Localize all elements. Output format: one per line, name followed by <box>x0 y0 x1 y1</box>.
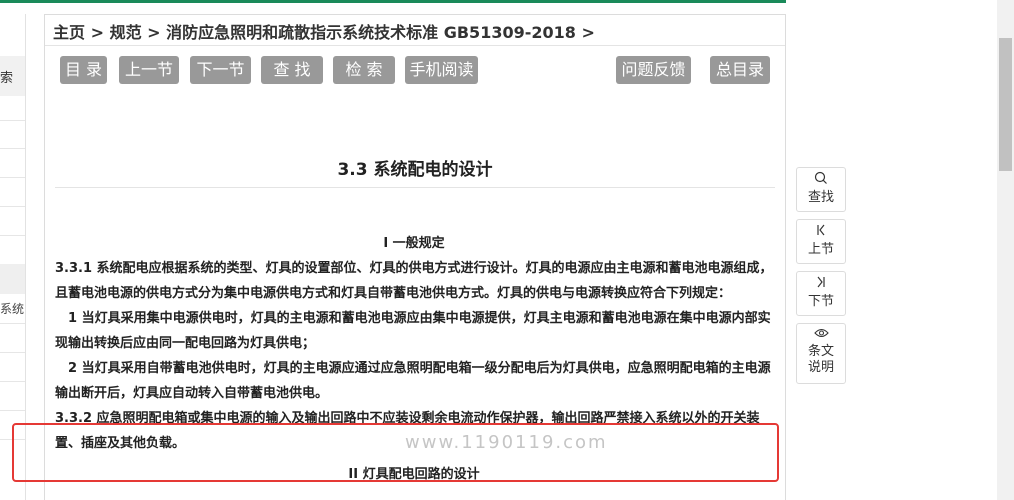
search-button[interactable]: 检 索 <box>333 56 395 84</box>
sidebar-divider <box>0 177 25 178</box>
find-button[interactable]: 查 找 <box>261 56 323 84</box>
highlight-box <box>12 423 779 482</box>
side-find-label: 查找 <box>807 190 834 205</box>
side-next-label: 下节 <box>807 294 834 309</box>
side-explain-button[interactable]: 条文 说明 <box>796 323 846 384</box>
top-accent-bar <box>0 0 786 3</box>
sidebar-divider <box>0 352 25 353</box>
sidebar-search-header[interactable]: 索 <box>0 56 25 96</box>
section-divider <box>55 187 775 188</box>
side-explain-label-2: 说明 <box>807 360 834 375</box>
breadcrumb-doc[interactable]: 消防应急照明和疏散指示系统技术标准 GB51309-2018 <box>166 23 576 42</box>
sidebar-item-system[interactable]: 系统 <box>0 300 24 317</box>
side-find-button[interactable]: 查找 <box>796 167 846 212</box>
side-next-button[interactable]: 下节 <box>796 271 846 316</box>
scrollbar-thumb[interactable] <box>999 38 1012 171</box>
breadcrumb-divider <box>45 45 785 46</box>
breadcrumb: 主页 > 规范 > 消防应急照明和疏散指示系统技术标准 GB51309-2018… <box>53 19 595 43</box>
prev-section-button[interactable]: 上一节 <box>119 56 179 84</box>
breadcrumb-separator: > <box>147 23 161 42</box>
side-prev-label: 上节 <box>807 242 834 257</box>
sidebar-divider <box>0 235 25 236</box>
clause-item-2: 2 当灯具采用自带蓄电池供电时，灯具的主电源应通过应急照明配电箱一级分配电后为灯… <box>55 361 771 401</box>
breadcrumb-separator: > <box>581 23 595 42</box>
eye-icon <box>797 327 845 344</box>
section-title: 3.3 系统配电的设计 <box>337 160 493 180</box>
sidebar-divider <box>0 148 25 149</box>
sidebar-divider <box>0 381 25 382</box>
breadcrumb-spec[interactable]: 规范 <box>110 23 142 42</box>
breadcrumb-separator: > <box>90 23 104 42</box>
skip-forward-icon <box>797 275 845 294</box>
side-prev-button[interactable]: 上节 <box>796 219 846 264</box>
sidebar-item-highlight[interactable] <box>0 264 25 294</box>
search-icon <box>797 171 845 190</box>
sidebar-divider <box>0 120 25 121</box>
sidebar-divider <box>0 410 25 411</box>
clause-item-1: 1 当灯具采用集中电源供电时，灯具的主电源和蓄电池电源应由集中电源提供，灯具主电… <box>55 311 771 351</box>
next-section-button[interactable]: 下一节 <box>190 56 251 84</box>
sidebar-divider <box>0 323 25 324</box>
contents-button[interactable]: 目 录 <box>60 56 107 84</box>
breadcrumb-home[interactable]: 主页 <box>53 23 85 42</box>
index-button[interactable]: 总目录 <box>710 56 770 84</box>
feedback-button[interactable]: 问题反馈 <box>616 56 691 84</box>
mobile-read-button[interactable]: 手机阅读 <box>405 56 478 84</box>
page-scrollbar[interactable] <box>997 0 1014 500</box>
side-explain-label-1: 条文 <box>807 344 834 359</box>
sidebar-divider <box>0 206 25 207</box>
clause-3-3-1: 3.3.1 系统配电应根据系统的类型、灯具的设置部位、灯具的供电方式进行设计。灯… <box>55 261 773 301</box>
subsection-heading: I 一般规定 <box>383 236 445 251</box>
skip-back-icon <box>797 223 845 242</box>
watermark: www.1190119.com <box>405 432 608 453</box>
